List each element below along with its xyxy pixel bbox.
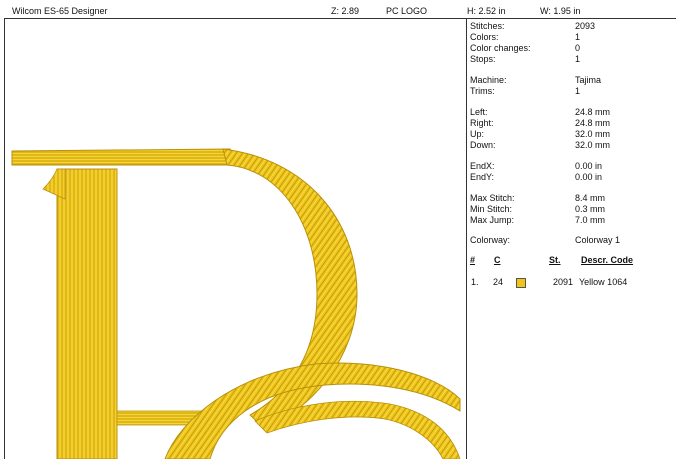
embroidery-artwork (11, 148, 461, 459)
col-header-number: # (470, 255, 476, 265)
info-stitches: Stitches: 2093 (470, 21, 596, 31)
row-number: 1. (471, 277, 479, 287)
info-stops: Stops: 1 (470, 54, 581, 64)
info-endx: EndX: 0.00 in (470, 161, 603, 171)
p-stem-serif (42, 168, 66, 200)
info-up: Up: 32.0 mm (470, 129, 611, 139)
p-stem (56, 168, 118, 459)
info-color-changes: Color changes: 0 (470, 43, 581, 53)
col-header-code: C (494, 255, 501, 265)
table-row[interactable]: 1. 24 2091 Yellow 1064 (470, 277, 676, 289)
height-readout: H: 2.52 in (467, 6, 506, 16)
design-canvas[interactable] (5, 19, 466, 459)
width-readout: W: 1.95 in (540, 6, 581, 16)
info-endy: EndY: 0.00 in (470, 172, 603, 182)
info-colors: Colors: 1 (470, 32, 581, 42)
design-name: PC LOGO (386, 6, 428, 16)
info-machine: Machine: Tajima (470, 75, 602, 85)
col-header-descr: Descr. Code (581, 255, 634, 265)
thread-color-swatch (516, 278, 526, 288)
info-colorway: Colorway: Colorway 1 (470, 235, 621, 245)
info-max-stitch: Max Stitch: 8.4 mm (470, 193, 606, 203)
app-title: Wilcom ES-65 Designer (12, 6, 108, 16)
col-header-stitches: St. (549, 255, 561, 265)
info-down: Down: 32.0 mm (470, 140, 611, 150)
p-top-bar (11, 148, 241, 166)
row-code: 24 (493, 277, 504, 287)
info-left: Left: 24.8 mm (470, 107, 611, 117)
info-right: Right: 24.8 mm (470, 118, 611, 128)
panel-divider (466, 18, 467, 459)
info-max-jump: Max Jump: 7.0 mm (470, 215, 606, 225)
zoom-readout: Z: 2.89 (331, 6, 360, 16)
row-stitches: 2091 (553, 277, 574, 287)
color-table: # C St. Descr. Code 1. 24 2091 Yellow 10… (470, 255, 676, 295)
row-descr: Yellow 1064 (579, 277, 628, 287)
title-bar: Wilcom ES-65 Designer Z: 2.89 PC LOGO H:… (4, 3, 676, 19)
info-min-stitch: Min Stitch: 0.3 mm (470, 204, 606, 214)
info-trims: Trims: 1 (470, 86, 581, 96)
